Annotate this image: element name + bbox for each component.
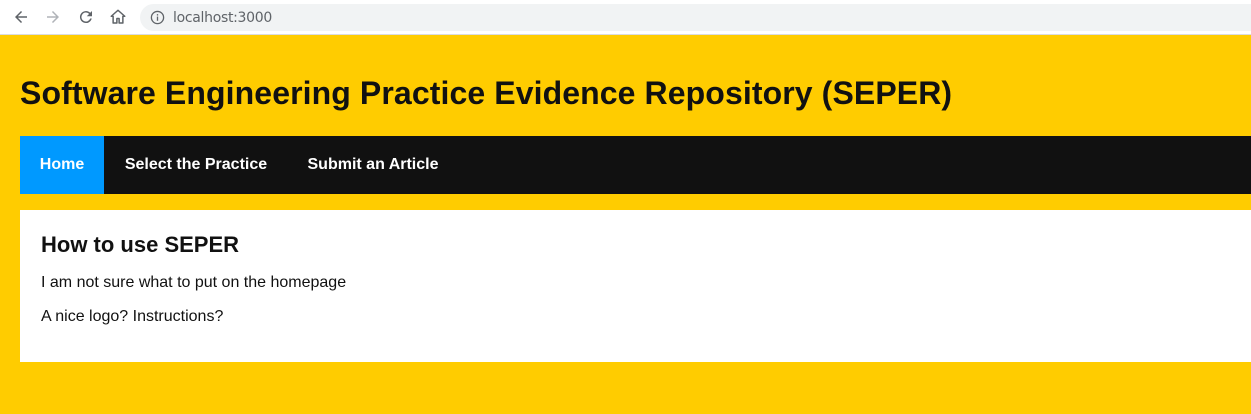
url-text: localhost:3000 [173, 10, 272, 26]
forward-arrow-icon [47, 11, 59, 23]
reload-icon [79, 11, 92, 24]
forward-button[interactable] [42, 6, 64, 28]
home-button[interactable] [107, 6, 129, 28]
home-icon [110, 9, 126, 24]
content-heading: How to use SEPER [41, 232, 240, 257]
site-title: Software Engineering Practice Evidence R… [20, 75, 953, 111]
reload-button[interactable] [75, 6, 97, 28]
content-paragraph: A nice logo? Instructions? [41, 308, 224, 325]
back-button[interactable] [10, 6, 32, 28]
top-nav: Home Select the Practice Submit an Artic… [20, 136, 1251, 194]
nav-item-select-practice[interactable]: Select the Practice [104, 136, 288, 194]
content-paragraph: I am not sure what to put on the homepag… [41, 274, 347, 291]
nav-item-submit-article[interactable]: Submit an Article [288, 136, 458, 194]
address-bar[interactable]: localhost:3000 [140, 4, 1251, 31]
page-body: Software Engineering Practice Evidence R… [0, 35, 1251, 414]
browser-toolbar: localhost:3000 [0, 0, 1251, 35]
back-arrow-icon [15, 11, 27, 23]
nav-item-home[interactable]: Home [20, 136, 104, 194]
content-card: How to use SEPER I am not sure what to p… [20, 210, 1251, 362]
info-icon[interactable] [150, 10, 165, 25]
